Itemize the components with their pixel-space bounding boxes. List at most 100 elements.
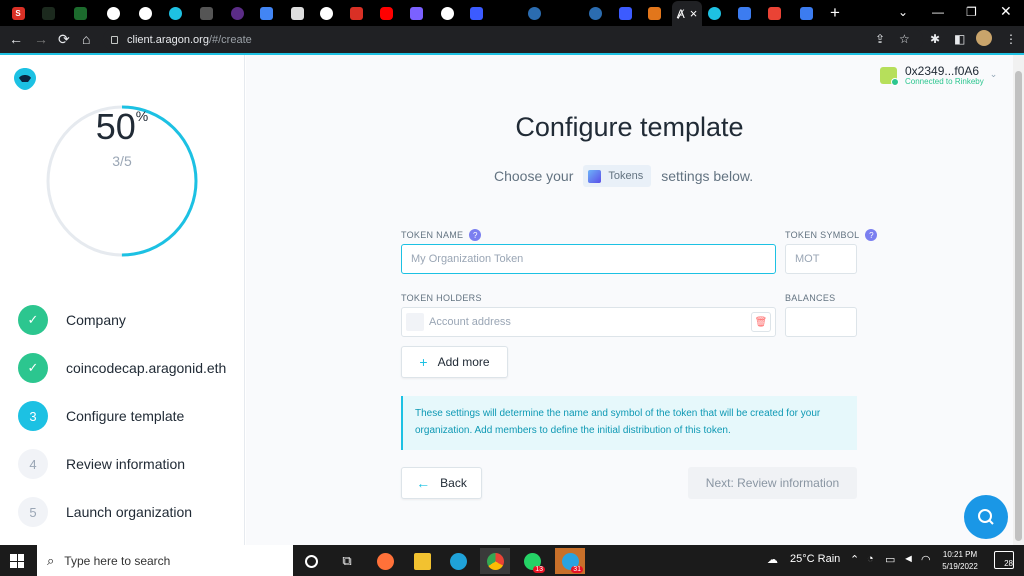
tab[interactable] (38, 3, 58, 23)
tab[interactable] (227, 3, 247, 23)
wifi-icon[interactable]: ◠ (921, 553, 931, 566)
tab[interactable] (316, 3, 336, 23)
tab[interactable] (165, 3, 185, 23)
token-name-input[interactable]: My Organization Token (401, 244, 776, 274)
step-domain[interactable]: ✓ coincodecap.aragonid.eth (18, 353, 226, 383)
back-button[interactable]: ← Back (401, 467, 482, 499)
system-clock[interactable]: 10:21 PM 5/19/2022 (938, 549, 982, 573)
tab[interactable]: S (8, 3, 28, 23)
token-symbol-label-text: TOKEN SYMBOL (785, 230, 860, 240)
step-company[interactable]: ✓ Company (18, 305, 126, 335)
tab[interactable] (437, 3, 457, 23)
tab[interactable] (256, 3, 276, 23)
notification-count: 28 (1004, 559, 1013, 568)
tab-favicon-icon (199, 6, 213, 20)
tab[interactable] (466, 3, 486, 23)
file-explorer-icon[interactable] (407, 548, 437, 574)
menu-icon[interactable]: ⋮ (1005, 32, 1017, 46)
bookmark-star-icon[interactable]: ☆ (899, 32, 910, 46)
tab-favicon-icon (469, 6, 483, 20)
help-icon[interactable]: ? (865, 229, 878, 241)
tab-favicon-icon (618, 6, 632, 20)
tab[interactable] (406, 3, 426, 23)
taskbar-search[interactable]: ⌕ Type here to search (37, 545, 293, 576)
weather-icon[interactable]: ☁ (767, 553, 778, 566)
edge-icon[interactable] (443, 548, 473, 574)
firefox-icon[interactable] (370, 548, 400, 574)
chrome-icon[interactable] (480, 548, 510, 574)
tab[interactable] (796, 3, 816, 23)
volume-icon[interactable]: ◄ (903, 553, 914, 565)
forward-icon[interactable]: → (34, 31, 48, 47)
windows-start-icon[interactable] (10, 554, 24, 568)
tab-search-icon[interactable]: ⌄ (898, 5, 908, 19)
add-more-button[interactable]: + Add more (401, 346, 508, 378)
battery-icon[interactable]: ▭ (885, 553, 895, 566)
tab[interactable] (585, 3, 605, 23)
step-configure-template[interactable]: 3 Configure template (18, 401, 184, 431)
chevron-up-icon[interactable]: ⌃ (850, 553, 859, 566)
token-holders-label: TOKEN HOLDERS (401, 293, 482, 303)
tab[interactable] (196, 3, 216, 23)
share-icon[interactable]: ⇪ (875, 32, 885, 46)
template-badge: Tokens (583, 165, 652, 187)
balances-label: BALANCES (785, 293, 836, 303)
help-icon[interactable]: ? (469, 229, 482, 241)
tab[interactable] (704, 3, 724, 23)
close-window-icon[interactable]: ✕ (1000, 3, 1012, 20)
tab[interactable] (346, 3, 366, 23)
weather-text[interactable]: 25°C Rain (790, 553, 840, 565)
next-review-button[interactable]: Next: Review information (688, 467, 857, 499)
whatsapp-icon[interactable]: 13 (517, 548, 547, 574)
new-tab-button[interactable]: + (830, 4, 840, 21)
aragon-tab-icon: Ⱥ (676, 6, 685, 21)
clock-time: 10:21 PM (942, 550, 978, 559)
trash-icon[interactable]: 🗑 (751, 312, 771, 332)
close-tab-icon[interactable]: × (690, 6, 698, 21)
task-view-icon[interactable]: ⧉ (332, 548, 362, 574)
step-launch-organization: 5 Launch organization (18, 497, 192, 527)
meet-icon[interactable]: ◔ (867, 553, 874, 565)
home-icon[interactable]: ⌂ (82, 31, 90, 47)
page-subtitle: Choose your Tokens settings below. (494, 165, 753, 187)
tab[interactable] (615, 3, 635, 23)
tab[interactable] (70, 3, 90, 23)
telegram-icon[interactable]: 31 (555, 548, 585, 574)
side-panel-icon[interactable]: ◧ (954, 32, 965, 46)
active-tab[interactable]: Ⱥ × (672, 1, 702, 26)
balance-input[interactable] (785, 307, 857, 337)
tab[interactable] (287, 3, 307, 23)
tab[interactable] (135, 3, 155, 23)
holder-address-input[interactable]: Account address (401, 307, 776, 337)
tab-favicon-icon: S (11, 6, 25, 20)
account-address: 0x2349...f0A6 (905, 64, 980, 78)
notifications-icon[interactable]: 28 (994, 551, 1014, 569)
extensions-icon[interactable]: ✱ (930, 32, 940, 46)
step-number: 5 (18, 497, 48, 527)
back-icon[interactable]: ← (9, 31, 23, 47)
account-avatar (880, 67, 899, 86)
info-box: These settings will determine the name a… (401, 396, 857, 450)
token-symbol-input[interactable]: MOT (785, 244, 857, 274)
scrollbar-thumb[interactable] (1015, 71, 1022, 541)
tab[interactable] (734, 3, 754, 23)
template-name: Tokens (608, 170, 644, 182)
reload-icon[interactable]: ⟳ (58, 31, 70, 47)
tab[interactable] (103, 3, 123, 23)
step-number: 4 (18, 449, 48, 479)
tab[interactable] (376, 3, 396, 23)
url-host: client.aragon.org (127, 33, 209, 46)
minimize-icon[interactable]: — (932, 5, 944, 19)
tab[interactable] (764, 3, 784, 23)
restore-icon[interactable]: ❐ (966, 5, 977, 19)
aragon-logo-icon[interactable] (12, 66, 38, 92)
scrollbar[interactable] (1013, 55, 1024, 545)
address-bar[interactable]: client.aragon.org/#/create (103, 29, 923, 50)
tab[interactable] (644, 3, 664, 23)
cortana-icon[interactable] (296, 548, 326, 574)
account-badge[interactable]: 0x2349...f0A6 Connected to Rinkeby ⌄ (880, 65, 997, 87)
step-label: Company (66, 312, 126, 328)
tab[interactable] (524, 3, 544, 23)
help-chat-button[interactable] (964, 495, 1008, 539)
profile-avatar[interactable] (976, 30, 992, 46)
